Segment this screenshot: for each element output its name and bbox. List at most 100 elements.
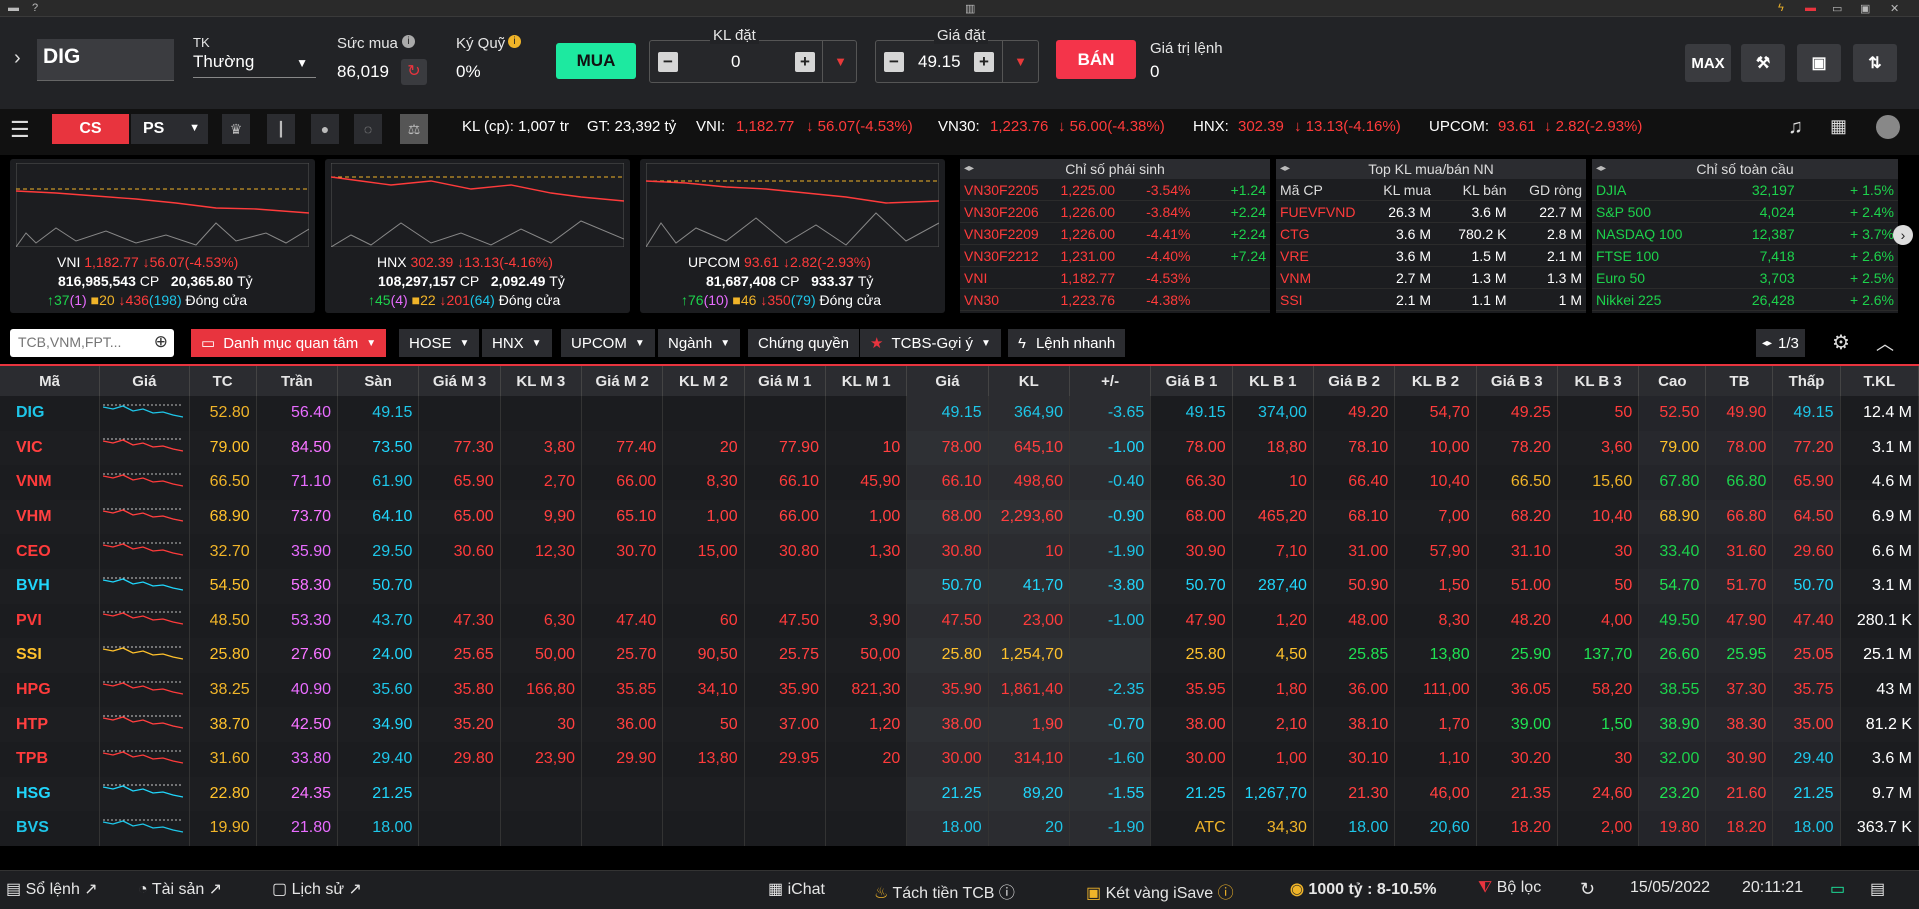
symbol-cell[interactable]: DIG xyxy=(0,396,101,431)
column-header[interactable]: Cao xyxy=(1638,366,1707,396)
column-header[interactable]: Giá B 2 xyxy=(1313,366,1396,396)
column-header[interactable]: Giá M 3 xyxy=(418,366,501,396)
column-header[interactable]: KL M 3 xyxy=(500,366,583,396)
derivatives-row[interactable]: VN30 1,223.76 -4.38% xyxy=(960,289,1270,311)
warrants-tab[interactable]: Chứng quyền xyxy=(748,329,859,357)
collapse-chevron-icon[interactable]: ︿ xyxy=(1876,330,1894,356)
derivatives-row[interactable]: VN30F2206 1,226.00 -3.84% +2.24 xyxy=(960,201,1270,223)
orders-link[interactable]: ▤ Sổ lệnh ↗ xyxy=(6,879,98,899)
quantity-decrement-button[interactable]: − xyxy=(658,52,678,72)
table-row[interactable]: SSI 25.80 27.60 24.00 25.65 50,00 25.70 90,50 25… xyxy=(0,638,1919,673)
global-row[interactable]: DJIA 32,197 + 1.5% xyxy=(1592,179,1898,201)
table-row[interactable]: HSG 22.80 24.35 21.25 21.25 89,20 -1.55 21.25 1,… xyxy=(0,776,1919,812)
symbol-cell[interactable]: TPB xyxy=(0,741,101,777)
symbol-cell[interactable]: VHM xyxy=(0,499,101,535)
sidebar-toggle-icon[interactable]: ▤ xyxy=(1870,879,1885,899)
symbol-cell[interactable]: VIC xyxy=(0,430,101,466)
assets-link[interactable]: ◔ Tài sản ↗ xyxy=(138,879,222,899)
derivatives-row[interactable]: VNI 1,182.77 -4.53% xyxy=(960,267,1270,289)
column-header[interactable]: Sàn xyxy=(337,366,420,396)
column-header[interactable]: KL M 1 xyxy=(825,366,908,396)
swap-icon[interactable]: ⇅ xyxy=(1853,44,1897,82)
quick-order-button[interactable]: ϟ Lệnh nhanh xyxy=(1008,329,1126,357)
bell-icon[interactable]: ♫ xyxy=(1788,116,1803,139)
table-row[interactable]: HTP 38.70 42.50 34.90 35.20 30 36.00 50 37.00 1,2… xyxy=(0,707,1919,742)
foreign-row[interactable]: SSI 2.1 M 1.1 M 1 M xyxy=(1276,289,1586,311)
gear-icon[interactable]: ⚙ xyxy=(1832,330,1850,355)
column-header[interactable]: Giá M 2 xyxy=(581,366,664,396)
global-row[interactable]: Euro 50 3,703 + 2.5% xyxy=(1592,267,1898,289)
table-row[interactable]: HPG 38.25 40.90 35.60 35.80 166,80 35.85 34,10 3… xyxy=(0,672,1919,708)
save-icon[interactable]: ▣ xyxy=(1797,44,1841,82)
screener-link[interactable]: ⧨ Bộ lọc xyxy=(1478,879,1541,897)
table-row[interactable]: BVH 54.50 58.30 50.70 50.70 41,70 -3.80 50.70 28… xyxy=(0,568,1919,604)
candlestick-icon[interactable]: ┃ xyxy=(267,114,295,144)
split-money-link[interactable]: ♨ Tách tiền TCB ⓘ xyxy=(874,879,1015,903)
auction-icon[interactable]: ⚖ xyxy=(400,114,428,144)
margin-info-icon[interactable]: i xyxy=(508,35,521,48)
symbol-cell[interactable]: HTP xyxy=(0,707,101,742)
column-header[interactable]: Giá B 3 xyxy=(1476,366,1558,396)
column-header[interactable]: KL M 2 xyxy=(662,366,745,396)
refresh-icon[interactable]: ↻ xyxy=(1580,879,1595,900)
foreign-row[interactable]: VRE 3.6 M 1.5 M 2.1 M xyxy=(1276,245,1586,267)
column-header[interactable]: T.KL xyxy=(1840,366,1919,396)
tab-ps[interactable]: PS ▼ xyxy=(131,114,208,144)
table-row[interactable]: BVS 19.90 21.80 18.00 18.00 20 -1.90 ATC 34,30 18… xyxy=(0,811,1919,846)
derivatives-row[interactable]: VN30F2205 1,225.00 -3.54% +1.24 xyxy=(960,179,1270,201)
column-header[interactable]: +/- xyxy=(1069,366,1152,396)
price-value[interactable]: 49.15 xyxy=(918,52,961,72)
global-row[interactable]: NASDAQ 100 12,387 + 3.7% xyxy=(1592,223,1898,245)
suggest-dropdown[interactable]: ★ TCBS-Gợi ý ▼ xyxy=(860,329,1001,357)
quantity-dropdown-icon[interactable]: ▼ xyxy=(822,41,858,82)
help-icon[interactable]: ? xyxy=(32,2,38,14)
drag-handle-icon[interactable]: ▥ xyxy=(965,2,975,15)
sell-button[interactable]: BÁN xyxy=(1056,40,1136,79)
symbol-cell[interactable]: SSI xyxy=(0,638,101,673)
table-row[interactable]: PVI 48.50 53.30 43.70 47.30 6,30 47.40 60 47.50 3… xyxy=(0,603,1919,639)
symbol-input[interactable]: DIG xyxy=(37,39,174,81)
promo-link[interactable]: ◉ 1000 tỷ : 8-10.5% xyxy=(1290,879,1437,899)
symbol-cell[interactable]: VNM xyxy=(0,465,101,500)
column-header[interactable]: KL B 2 xyxy=(1394,366,1477,396)
monitor-icon[interactable]: ▭ xyxy=(1830,879,1845,899)
history-link[interactable]: ▢ Lịch sử ↗ xyxy=(272,879,362,899)
arrows-icon[interactable]: ◂▸ xyxy=(964,159,974,179)
menu-icon[interactable]: ▬ xyxy=(8,2,19,14)
sector-dropdown[interactable]: Ngành ▼ xyxy=(658,329,741,357)
price-dropdown-icon[interactable]: ▼ xyxy=(1002,41,1038,82)
foreign-row[interactable]: CTG 3.6 M 780.2 K 2.8 M xyxy=(1276,223,1586,245)
tab-cs[interactable]: CS xyxy=(52,114,129,144)
hose-dropdown[interactable]: HOSE ▼ xyxy=(399,329,480,357)
global-row[interactable]: Nikkei 225 26,428 + 2.6% xyxy=(1592,289,1898,311)
column-header[interactable]: TC xyxy=(189,366,257,396)
cycle-icon[interactable]: ◌ xyxy=(354,114,382,144)
column-header[interactable]: KL xyxy=(988,366,1070,396)
bubble-icon[interactable]: ● xyxy=(311,114,339,144)
price-decrement-button[interactable]: − xyxy=(884,52,904,72)
maximize-icon[interactable]: ▣ xyxy=(1860,2,1870,15)
derivatives-row[interactable]: VN30F2212 1,231.00 -4.40% +7.24 xyxy=(960,245,1270,267)
column-header[interactable]: KL B 3 xyxy=(1557,366,1640,396)
table-row[interactable]: VIC 79.00 84.50 73.50 77.30 3,80 77.40 20 77.90 1… xyxy=(0,430,1919,466)
add-circle-icon[interactable]: ⊕ xyxy=(154,332,168,352)
column-header[interactable]: TB xyxy=(1705,366,1774,396)
column-header[interactable]: Giá M 1 xyxy=(744,366,826,396)
global-row[interactable]: S&P 500 4,024 + 2.4% xyxy=(1592,201,1898,223)
column-header[interactable]: Giá xyxy=(99,366,190,396)
foreign-row[interactable]: VNM 2.7 M 1.3 M 1.3 M xyxy=(1276,267,1586,289)
flash-icon[interactable]: ϟ xyxy=(1778,2,1784,14)
hnx-dropdown[interactable]: HNX ▼ xyxy=(482,329,552,357)
calendar-icon[interactable]: ▦ xyxy=(1830,116,1847,137)
refresh-icon[interactable]: ↻ xyxy=(401,59,427,85)
buy-button[interactable]: MUA xyxy=(556,43,636,79)
column-header[interactable]: Giá xyxy=(906,366,989,396)
column-header[interactable]: Mã xyxy=(0,366,101,396)
symbol-cell[interactable]: BVH xyxy=(0,568,101,604)
table-row[interactable]: VHM 68.90 73.70 64.10 65.00 9,90 65.10 1,00 66.0… xyxy=(0,499,1919,535)
search-input[interactable] xyxy=(18,334,143,350)
derivatives-row[interactable]: VN30F2209 1,226.00 -4.41% +2.24 xyxy=(960,223,1270,245)
upcom-dropdown[interactable]: UPCOM ▼ xyxy=(561,329,655,357)
table-row[interactable]: VNM 66.50 71.10 61.90 65.90 2,70 66.00 8,30 66.1… xyxy=(0,465,1919,500)
quantity-value[interactable]: 0 xyxy=(731,52,740,72)
